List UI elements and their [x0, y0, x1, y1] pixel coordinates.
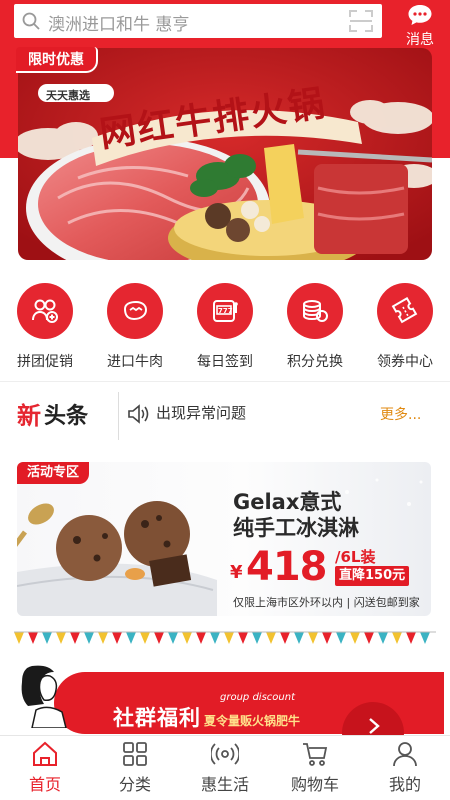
girl-illustration [21, 665, 67, 728]
cart-icon [303, 743, 328, 766]
scan-icon[interactable] [348, 9, 374, 33]
menu-label: 积分兑换 [287, 354, 343, 370]
menu-label: 进口牛肉 [107, 354, 163, 370]
search-icon [22, 12, 40, 30]
tab-life[interactable]: 惠生活 [180, 740, 270, 795]
message-icon [408, 5, 432, 25]
tab-mine[interactable]: 我的 [360, 740, 450, 795]
quick-menu: 拼团促销 进口牛肉 777 每日签到 积分兑换 领券中心 [0, 280, 450, 372]
grid-icon [123, 742, 147, 766]
message-button[interactable]: 消息 [398, 2, 442, 48]
tab-category[interactable]: 分类 [90, 740, 180, 795]
menu-group-buy[interactable]: 拼团促销 [0, 280, 90, 371]
promo-shipping-note: 仅限上海市区外环以内 | 闪送包邮到家 [233, 596, 420, 609]
welfare-title: 社群福利 [113, 706, 201, 730]
speaker-icon [128, 404, 149, 424]
coupon-icon [391, 297, 418, 324]
menu-label: 每日签到 [197, 354, 253, 370]
group-buy-icon [32, 299, 58, 323]
tab-label: 分类 [118, 775, 151, 794]
welfare-subtitle-en: group discount [220, 692, 295, 703]
slot-machine-icon: 777 [213, 300, 238, 322]
menu-coupon-center[interactable]: 领券中心 [360, 280, 450, 371]
tab-home[interactable]: 首页 [0, 740, 90, 795]
promo-unit: /6L装 [335, 548, 376, 566]
home-icon [33, 741, 57, 766]
top-header: 澳洲进口和牛 惠亨 消息 [0, 0, 450, 48]
promo-title-line2: 纯手工冰淇淋 [233, 516, 359, 540]
news-logo-first: 新 [17, 401, 41, 430]
community-welfare-banner[interactable]: 社群福利 group discount 夏令量贩火锅肥牛 [20, 665, 444, 764]
steak-icon [123, 300, 148, 321]
menu-daily-checkin[interactable]: 777 每日签到 [180, 280, 270, 371]
limited-offer-badge: 限时优惠 [16, 47, 98, 73]
banner-illustration [18, 48, 432, 260]
broadcast-icon [211, 743, 239, 765]
promo-discount-badge: 直降150元 [335, 566, 410, 586]
menu-points-exchange[interactable]: 积分兑换 [270, 280, 360, 371]
menu-imported-beef[interactable]: 进口牛肉 [90, 280, 180, 371]
news-more-link[interactable]: 更多... [380, 404, 421, 424]
tab-label: 购物车 [290, 775, 339, 794]
menu-label: 拼团促销 [17, 354, 73, 370]
banner-small-tag: 天天惠选 [46, 89, 90, 102]
svg-text:777: 777 [218, 307, 233, 315]
welfare-subtitle: 夏令量贩火锅肥牛 [204, 714, 301, 728]
tab-cart[interactable]: 购物车 [270, 740, 360, 795]
news-ticker[interactable]: 新 头条 出现异常问题 更多... [0, 384, 450, 442]
message-label: 消息 [406, 32, 434, 48]
user-icon [393, 742, 417, 767]
news-headline[interactable]: 出现异常问题 [156, 402, 246, 423]
bottom-tab-bar: 首页 分类 惠生活 购物车 我的 [0, 735, 450, 800]
tab-label: 我的 [388, 775, 421, 794]
section-divider [0, 381, 450, 382]
promo-price: 418 [246, 544, 327, 590]
menu-label: 领券中心 [377, 354, 433, 370]
news-divider [118, 392, 119, 440]
promo-zone-tag: 活动专区 [17, 462, 90, 484]
coins-icon [303, 300, 328, 322]
chevron-right-icon [369, 718, 380, 734]
ice-cream-illustration [17, 478, 423, 616]
hotpot-banner[interactable]: 天天惠选 网红牛排火锅 [18, 48, 432, 260]
tab-label: 惠生活 [200, 775, 249, 794]
bunting-decoration [14, 631, 436, 644]
search-placeholder: 澳洲进口和牛 惠亨 [48, 15, 190, 35]
tab-label: 首页 [28, 775, 61, 794]
promo-card[interactable]: 活动专区 Gelax意式 纯手工冰淇淋 ¥ 418 /6L装 直降150元 仅限… [17, 462, 431, 616]
promo-currency: ¥ [230, 562, 243, 583]
search-bar[interactable]: 澳洲进口和牛 惠亨 [14, 4, 382, 38]
news-logo-rest: 头条 [44, 404, 89, 429]
